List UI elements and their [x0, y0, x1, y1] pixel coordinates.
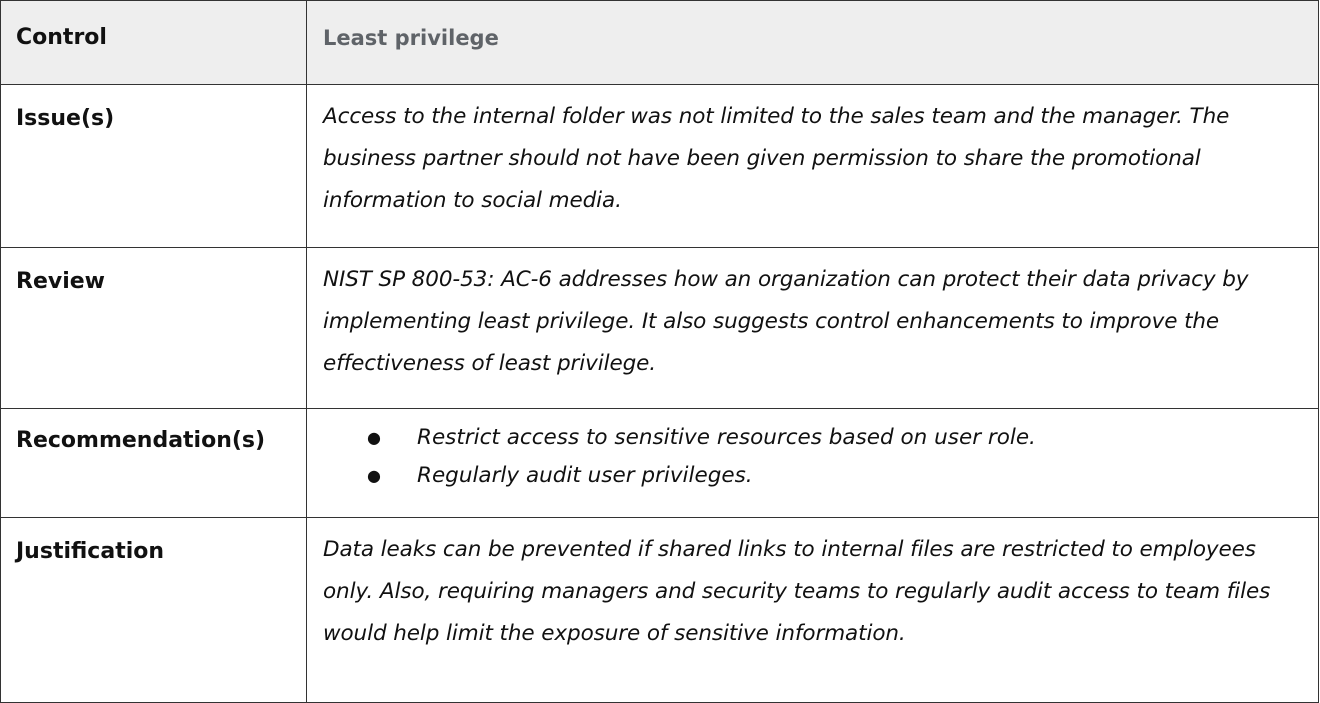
table-row-issues: Issue(s) Access to the internal folder w…	[0, 84, 1319, 248]
header-label: Control	[16, 25, 107, 50]
review-label: Review	[16, 269, 105, 294]
bullet-icon: ●	[367, 466, 381, 485]
control-table: Control Least privilege Issue(s) Access …	[0, 0, 1319, 703]
review-text: NIST SP 800-53: AC-6 addresses how an or…	[323, 267, 1249, 376]
table-header-row: Control Least privilege	[0, 0, 1319, 85]
justification-label-cell: Justification	[0, 517, 307, 703]
recommendations-label-cell: Recommendation(s)	[0, 408, 307, 518]
recommendation-text: Regularly audit user privileges.	[417, 463, 753, 488]
header-label-cell: Control	[0, 0, 307, 85]
justification-label: Justification	[16, 539, 165, 564]
bullet-icon: ●	[367, 428, 381, 447]
recommendations-label: Recommendation(s)	[16, 428, 266, 453]
header-value-cell: Least privilege	[306, 0, 1319, 85]
recommendations-list: ● Restrict access to sensitive resources…	[307, 409, 1318, 495]
table-row-review: Review NIST SP 800-53: AC-6 addresses ho…	[0, 247, 1319, 409]
table-row-recommendations: Recommendation(s) ● Restrict access to s…	[0, 408, 1319, 518]
control-name: Least privilege	[323, 26, 499, 50]
recommendation-text: Restrict access to sensitive resources b…	[417, 425, 1036, 450]
issues-label: Issue(s)	[16, 106, 115, 131]
list-item: ● Restrict access to sensitive resources…	[307, 419, 1318, 457]
issues-value-cell: Access to the internal folder was not li…	[306, 84, 1319, 248]
review-label-cell: Review	[0, 247, 307, 409]
justification-text: Data leaks can be prevented if shared li…	[323, 537, 1271, 646]
justification-value-cell: Data leaks can be prevented if shared li…	[306, 517, 1319, 703]
review-value-cell: NIST SP 800-53: AC-6 addresses how an or…	[306, 247, 1319, 409]
issues-text: Access to the internal folder was not li…	[323, 104, 1230, 213]
table-row-justification: Justification Data leaks can be prevente…	[0, 517, 1319, 703]
issues-label-cell: Issue(s)	[0, 84, 307, 248]
recommendations-value-cell: ● Restrict access to sensitive resources…	[306, 408, 1319, 518]
list-item: ● Regularly audit user privileges.	[307, 457, 1318, 495]
